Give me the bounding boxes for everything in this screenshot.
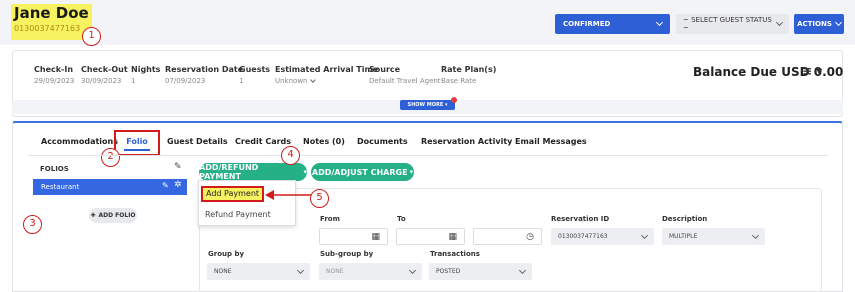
group-by-select-value: NONE <box>214 268 232 275</box>
show-more-button[interactable]: SHOW MORE ▾ <box>400 100 455 110</box>
tab-reservation-activity[interactable]: Reservation Activity <box>421 137 512 146</box>
tab-folio[interactable]: Folio <box>114 130 160 156</box>
tab-email-messages[interactable]: Email Messages <box>515 137 587 146</box>
actions-button[interactable]: ACTIONS <box>794 14 844 34</box>
add-folio-label: ADD FOLIO <box>98 212 136 219</box>
folio-item-label: Restaurant <box>41 183 80 191</box>
summary-label-nights: Nights <box>131 65 161 74</box>
guest-name-block: Jane Doe 0130037477163 <box>11 4 92 40</box>
transactions-select[interactable]: POSTED <box>429 263 532 280</box>
plus-icon: ✚ <box>90 212 96 219</box>
tab-guest-details[interactable]: Guest Details <box>167 137 228 146</box>
subgroup-by-label: Sub-group by <box>320 250 374 258</box>
summary-label-source: Source <box>369 65 401 74</box>
summary-value-arrival-time: Unknown <box>275 77 308 85</box>
summary-value-nights: 1 <box>131 77 136 85</box>
guest-name: Jane Doe <box>14 4 89 22</box>
active-tab-indicator <box>124 149 150 151</box>
description-select[interactable]: MULTIPLE <box>662 228 765 245</box>
add-folio-button[interactable]: ✚ ADD FOLIO <box>89 208 137 223</box>
tab-documents[interactable]: Documents <box>357 137 408 146</box>
chevron-down-icon <box>518 266 527 274</box>
reservation-id-select[interactable]: 0130037477163 <box>551 228 654 245</box>
add-refund-payment-button[interactable]: ADD/REFUND PAYMENT ▾ <box>199 163 307 181</box>
actions-label: ACTIONS <box>797 20 832 28</box>
clock-icon: ◷ <box>526 231 534 242</box>
subgroup-by-select-value: NONE <box>326 268 344 275</box>
chevron-down-icon: ▾ <box>303 168 307 176</box>
transactions-label: Transactions <box>430 250 480 258</box>
calendar-icon: ▦ <box>371 231 380 242</box>
reservation-status-button[interactable]: CONFIRMED <box>555 14 670 34</box>
subgroup-by-select[interactable]: NONE <box>319 263 422 280</box>
add-refund-payment-label: ADD/REFUND PAYMENT <box>199 163 259 181</box>
tab-folio-label: Folio <box>126 137 148 146</box>
description-select-value: MULTIPLE <box>669 233 698 240</box>
callout-4: 4 <box>281 146 300 165</box>
edit-icon[interactable]: ✎ <box>162 181 169 190</box>
chevron-down-icon <box>408 266 417 274</box>
summary-value-guests: 1 <box>239 77 244 85</box>
group-by-label: Group by <box>208 250 245 258</box>
tab-divider <box>28 155 828 156</box>
add-adjust-charge-label: ADD/ADJUST CHARGE <box>311 167 408 177</box>
folios-heading: FOLIOS <box>40 165 69 173</box>
settings-icon[interactable]: ✲ <box>174 180 182 190</box>
from-label: From <box>320 215 340 223</box>
group-by-select[interactable]: NONE <box>207 263 310 280</box>
chevron-down-icon <box>655 18 664 27</box>
tab-credit-cards[interactable]: Credit Cards <box>235 137 291 146</box>
summary-value-source: Default Travel Agent <box>369 77 441 85</box>
summary-label-reservation-date: Reservation Date <box>165 65 244 74</box>
calendar-icon: ▦ <box>448 231 457 242</box>
from-date-input[interactable]: ▦ <box>319 228 388 245</box>
summary-value-checkin: 29/09/2023 <box>34 77 75 85</box>
summary-label-guests: Guests <box>239 65 271 74</box>
menu-item-refund-payment[interactable]: Refund Payment <box>205 210 271 219</box>
reservation-status-label: CONFIRMED <box>563 20 611 28</box>
summary-label-arrival-time: Estimated Arrival Time <box>275 65 379 74</box>
arrival-time-select[interactable]: Unknown <box>275 76 316 85</box>
chevron-down-icon <box>640 231 649 239</box>
summary-label-checkout: Check-Out <box>81 65 128 74</box>
menu-item-add-payment[interactable]: Add Payment <box>201 186 264 202</box>
guest-status-select[interactable]: ~ SELECT GUEST STATUS ~ <box>676 14 789 34</box>
reservation-id-label: Reservation ID <box>551 215 610 223</box>
time-input[interactable]: ◷ <box>473 228 542 245</box>
guest-status-label: ~ SELECT GUEST STATUS ~ <box>683 16 772 32</box>
chevron-down-icon <box>834 18 842 27</box>
summary-value-checkout: 30/09/2023 <box>81 77 122 85</box>
reservation-id: 0130037477163 <box>14 24 81 33</box>
show-more-label: SHOW MORE <box>407 102 444 108</box>
chevron-down-icon <box>296 266 305 274</box>
edit-icon[interactable]: ✎ <box>174 162 182 172</box>
annotation-arrow-head <box>265 190 274 200</box>
description-label: Description <box>662 215 708 223</box>
to-date-input[interactable]: ▦ <box>396 228 465 245</box>
summary-value-rate-plan: Base Rate <box>441 77 477 85</box>
chevron-down-icon <box>751 231 760 239</box>
annotation-arrow <box>265 190 312 200</box>
tab-notes[interactable]: Notes (0) <box>303 137 345 146</box>
reservation-id-select-value: 0130037477163 <box>558 233 608 240</box>
summary-value-reservation-date: 07/09/2023 <box>165 77 206 85</box>
chevron-down-icon <box>309 76 316 83</box>
summary-label-checkin: Check-In <box>34 65 74 74</box>
menu-icon[interactable]: ≡ ▾ <box>802 64 822 78</box>
callout-1: 1 <box>82 27 101 46</box>
add-adjust-charge-button[interactable]: ADD/ADJUST CHARGE ▾ <box>311 163 414 181</box>
summary-label-rate-plan: Rate Plan(s) <box>441 65 497 74</box>
tab-accommodations[interactable]: Accommodations <box>41 137 118 146</box>
callout-3: 3 <box>23 215 42 234</box>
chevron-down-icon: ▾ <box>409 168 414 176</box>
transactions-select-value: POSTED <box>436 268 461 275</box>
callout-2: 2 <box>101 148 120 167</box>
callout-5: 5 <box>310 189 329 208</box>
to-label: To <box>397 215 406 223</box>
notification-dot <box>451 97 457 103</box>
